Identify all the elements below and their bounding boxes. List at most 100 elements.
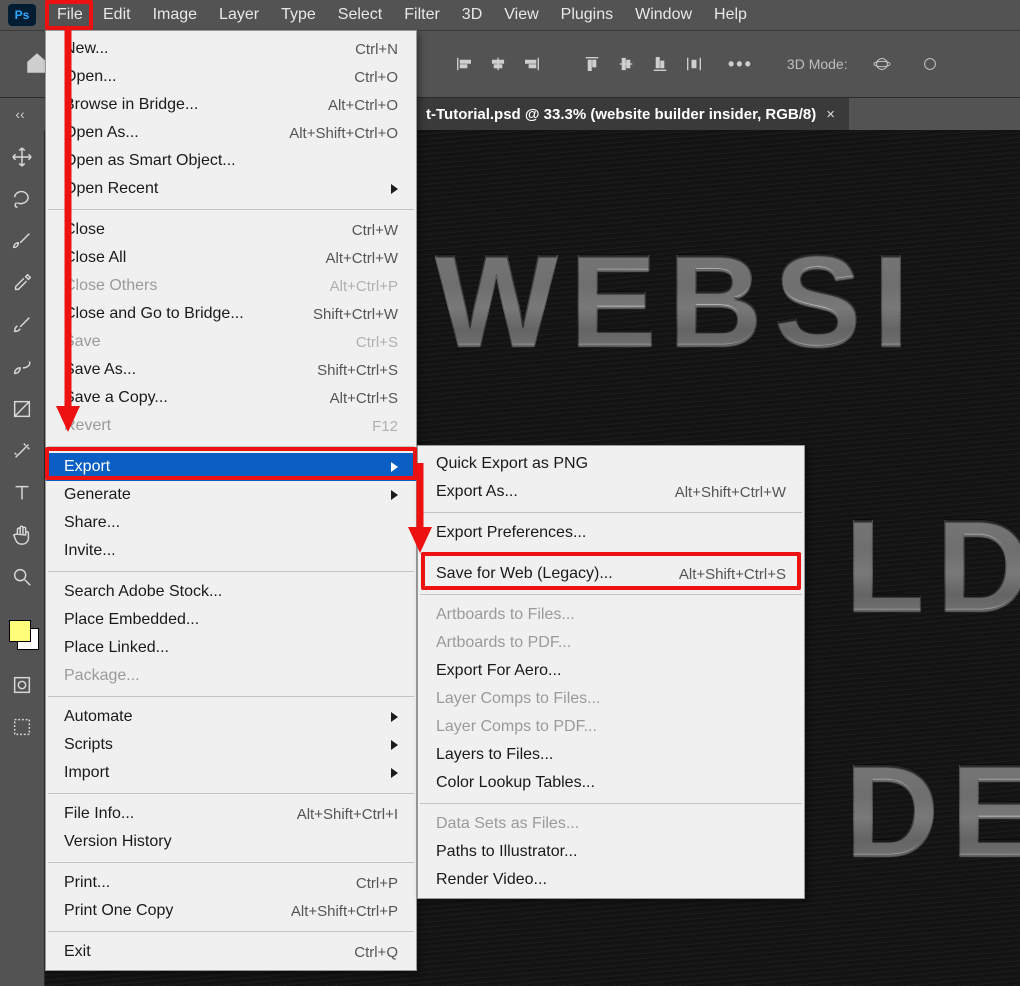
- file-menu-place-linked[interactable]: Place Linked...: [46, 634, 416, 662]
- export-menu-export-as[interactable]: Export As...Alt+Shift+Ctrl+W: [418, 478, 804, 506]
- menu-item-shortcut: Alt+Ctrl+W: [325, 250, 398, 267]
- export-menu-quick-export-as-png[interactable]: Quick Export as PNG: [418, 450, 804, 478]
- file-menu-search-adobe-stock[interactable]: Search Adobe Stock...: [46, 578, 416, 606]
- menu-window[interactable]: Window: [624, 0, 703, 30]
- color-swatch[interactable]: [9, 620, 35, 646]
- file-menu-share[interactable]: Share...: [46, 509, 416, 537]
- menu-item-shortcut: Alt+Ctrl+O: [328, 97, 398, 114]
- menu-item-label: Export As...: [436, 483, 518, 501]
- file-menu-save-a-copy[interactable]: Save a Copy...Alt+Ctrl+S: [46, 384, 416, 412]
- pan-icon[interactable]: [916, 50, 944, 78]
- menu-item-label: Render Video...: [436, 871, 547, 889]
- file-menu-open-as-smart-object[interactable]: Open as Smart Object...: [46, 147, 416, 175]
- menu-item-shortcut: Alt+Shift+Ctrl+S: [679, 566, 786, 583]
- hand-tool-icon[interactable]: [5, 518, 39, 552]
- file-menu-print-one-copy[interactable]: Print One CopyAlt+Shift+Ctrl+P: [46, 897, 416, 925]
- menu-type[interactable]: Type: [270, 0, 327, 30]
- menu-help[interactable]: Help: [703, 0, 758, 30]
- file-menu-separator: [48, 571, 414, 572]
- file-menu-automate[interactable]: Automate: [46, 703, 416, 731]
- menu-item-shortcut: Ctrl+W: [352, 222, 398, 239]
- file-menu-export[interactable]: Export: [46, 453, 416, 481]
- menu-item-label: Exit: [64, 943, 91, 961]
- file-menu-open-as[interactable]: Open As...Alt+Shift+Ctrl+O: [46, 119, 416, 147]
- menu-item-label: Revert: [64, 417, 111, 435]
- file-menu-print[interactable]: Print...Ctrl+P: [46, 869, 416, 897]
- collapse-panels-icon[interactable]: ‹‹: [0, 98, 40, 130]
- export-menu-export-for-aero[interactable]: Export For Aero...: [418, 657, 804, 685]
- file-menu-close[interactable]: CloseCtrl+W: [46, 216, 416, 244]
- export-menu-color-lookup-tables[interactable]: Color Lookup Tables...: [418, 769, 804, 797]
- file-menu-scripts[interactable]: Scripts: [46, 731, 416, 759]
- file-menu-file-info[interactable]: File Info...Alt+Shift+Ctrl+I: [46, 800, 416, 828]
- file-menu-close-all[interactable]: Close AllAlt+Ctrl+W: [46, 244, 416, 272]
- file-menu-place-embedded[interactable]: Place Embedded...: [46, 606, 416, 634]
- clone-brush-icon[interactable]: [5, 308, 39, 342]
- file-menu-close-and-go-to-bridge[interactable]: Close and Go to Bridge...Shift+Ctrl+W: [46, 300, 416, 328]
- art-brush-icon[interactable]: [5, 350, 39, 384]
- zoom-tool-icon[interactable]: [5, 560, 39, 594]
- export-menu-paths-to-illustrator[interactable]: Paths to Illustrator...: [418, 838, 804, 866]
- menu-item-label: Place Embedded...: [64, 611, 199, 629]
- align-center-h-icon[interactable]: [484, 50, 512, 78]
- file-menu-generate[interactable]: Generate: [46, 481, 416, 509]
- eyedropper-tool-icon[interactable]: [5, 266, 39, 300]
- submenu-arrow-icon: [391, 184, 398, 194]
- file-menu-package: Package...: [46, 662, 416, 690]
- orbit-icon[interactable]: [868, 50, 896, 78]
- export-menu-render-video[interactable]: Render Video...: [418, 866, 804, 894]
- export-menu-data-sets-as-files: Data Sets as Files...: [418, 810, 804, 838]
- menu-select[interactable]: Select: [327, 0, 393, 30]
- file-menu-exit[interactable]: ExitCtrl+Q: [46, 938, 416, 966]
- submenu-arrow-icon: [391, 462, 398, 472]
- align-left-icon[interactable]: [450, 50, 478, 78]
- move-tool-icon[interactable]: [5, 140, 39, 174]
- file-menu-import[interactable]: Import: [46, 759, 416, 787]
- menu-item-label: Layer Comps to Files...: [436, 690, 601, 708]
- file-menu-open[interactable]: Open...Ctrl+O: [46, 63, 416, 91]
- distribute-icon[interactable]: [680, 50, 708, 78]
- align-bottom-icon[interactable]: [646, 50, 674, 78]
- menu-item-label: Invite...: [64, 542, 116, 560]
- document-tab[interactable]: t-Tutorial.psd @ 33.3% (website builder …: [412, 98, 849, 130]
- menu-image[interactable]: Image: [142, 0, 208, 30]
- menu-item-label: Layers to Files...: [436, 746, 553, 764]
- menu-layer[interactable]: Layer: [208, 0, 270, 30]
- export-menu-layers-to-files[interactable]: Layers to Files...: [418, 741, 804, 769]
- menu-item-shortcut: Alt+Ctrl+P: [330, 278, 398, 295]
- more-options-icon[interactable]: •••: [728, 54, 753, 75]
- file-menu-browse-in-bridge[interactable]: Browse in Bridge...Alt+Ctrl+O: [46, 91, 416, 119]
- export-menu-artboards-to-files: Artboards to Files...: [418, 601, 804, 629]
- photoshop-logo-icon: Ps: [8, 4, 36, 26]
- menu-file[interactable]: File: [45, 0, 93, 30]
- quick-mask-icon[interactable]: [5, 668, 39, 702]
- align-top-icon[interactable]: [578, 50, 606, 78]
- file-menu-invite[interactable]: Invite...: [46, 537, 416, 565]
- menu-plugins[interactable]: Plugins: [550, 0, 624, 30]
- menu-filter[interactable]: Filter: [393, 0, 451, 30]
- file-menu-save-as[interactable]: Save As...Shift+Ctrl+S: [46, 356, 416, 384]
- lasso-tool-icon[interactable]: [5, 182, 39, 216]
- type-tool-icon[interactable]: [5, 476, 39, 510]
- export-menu-layer-comps-to-files: Layer Comps to Files...: [418, 685, 804, 713]
- menu-item-label: Package...: [64, 667, 140, 685]
- screen-mode-icon[interactable]: [5, 710, 39, 744]
- export-menu-export-preferences[interactable]: Export Preferences...: [418, 519, 804, 547]
- brush-tool-icon[interactable]: [5, 224, 39, 258]
- file-menu-version-history[interactable]: Version History: [46, 828, 416, 856]
- gradient-tool-icon[interactable]: [5, 392, 39, 426]
- file-menu-new[interactable]: New...Ctrl+N: [46, 35, 416, 63]
- align-middle-icon[interactable]: [612, 50, 640, 78]
- file-menu-open-recent[interactable]: Open Recent: [46, 175, 416, 203]
- close-tab-icon[interactable]: ×: [826, 106, 835, 123]
- menu-item-label: File Info...: [64, 805, 134, 823]
- export-menu-save-for-web-legacy[interactable]: Save for Web (Legacy)...Alt+Shift+Ctrl+S: [418, 560, 804, 588]
- wand-tool-icon[interactable]: [5, 434, 39, 468]
- menu-edit[interactable]: Edit: [92, 0, 142, 30]
- menu-view[interactable]: View: [493, 0, 549, 30]
- align-right-icon[interactable]: [518, 50, 546, 78]
- submenu-arrow-icon: [391, 740, 398, 750]
- menu-3d[interactable]: 3D: [451, 0, 493, 30]
- menu-item-label: Automate: [64, 708, 132, 726]
- menu-item-label: Artboards to PDF...: [436, 634, 571, 652]
